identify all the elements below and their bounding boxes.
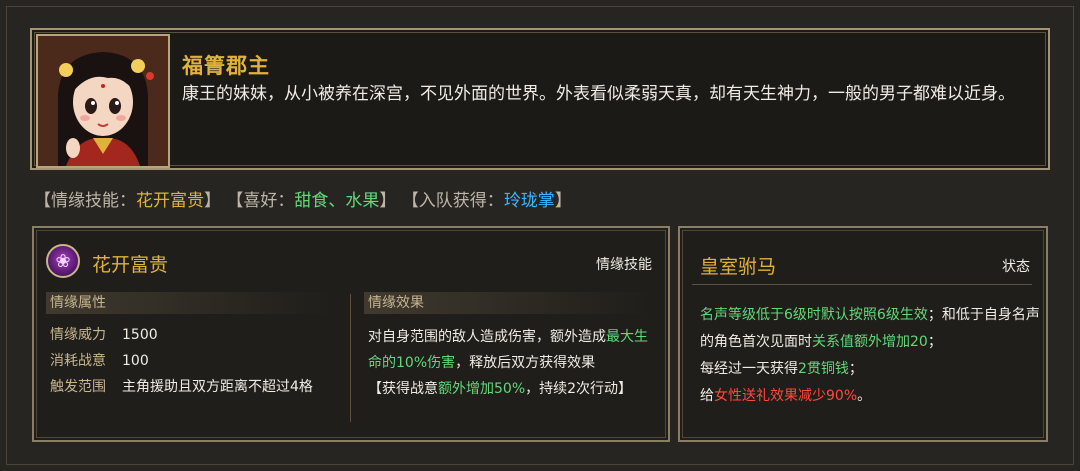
lotus-skill-icon: ❀ [46, 244, 80, 278]
character-description: 康王的妹妹，从小被养在深宫，不见外面的世界。外表看似柔弱天真，却有天生神力，一般… [182, 84, 1015, 104]
effect-part: 对自身范围的敌人造成伤害，额外造成 [368, 329, 606, 345]
status-text: ； [848, 361, 863, 377]
hobby-tag-close: 】 [379, 191, 397, 211]
status-title: 皇室驸马 [700, 256, 777, 278]
character-card: 福箐郡主 康王的妹妹，从小被养在深宫，不见外面的世界。外表看似柔弱天真，却有天生… [30, 28, 1050, 170]
skill-panel: ❀ 花开富贵 情缘技能 情缘属性 情缘威力 1500 消耗战意 100 触发范围 主角… [32, 226, 670, 442]
skill-kind: 情缘技能 [596, 257, 652, 273]
effect-text: 对自身范围的敌人造成伤害，额外造成最大生命的10%伤害，释放后双方获得效果 【获… [368, 324, 658, 402]
info-tags: 【情缘技能：花开富贵】 【喜好：甜食、水果】 【入队获得：玲珑掌】 [34, 186, 572, 211]
attribute-row: 消耗战意 100 [50, 350, 149, 370]
panel-divider [350, 294, 351, 422]
attributes-header: 情缘属性 [46, 292, 336, 314]
status-highlight: 名声等级低于6级时默认按照6级生效 [700, 307, 928, 323]
hobby-tag-label: 【喜好： [226, 191, 295, 211]
princess-portrait [36, 34, 170, 168]
skill-title: 花开富贵 [92, 254, 169, 276]
join-tag-close: 】 [554, 191, 572, 211]
skill-tag-label: 【情缘技能： [34, 191, 136, 211]
attribute-value: 主角援助且双方距离不超过4格 [122, 379, 313, 395]
status-divider [692, 284, 1032, 285]
status-highlight: 2贯铜钱 [798, 361, 849, 377]
join-tag-label: 【入队获得： [401, 191, 504, 211]
attribute-value: 100 [122, 353, 149, 369]
status-description: 名声等级低于6级时默认按照6级生效；和低于自身名声的角色首次见面时关系值额外增加… [700, 302, 1040, 410]
status-kind: 状态 [1002, 259, 1030, 275]
attribute-key: 触发范围 [50, 379, 106, 395]
status-text: 给 [700, 388, 714, 404]
status-text: 每经过一天获得 [700, 361, 798, 377]
attribute-row: 情缘威力 1500 [50, 324, 158, 344]
status-highlight: 关系值额外增加20 [812, 334, 928, 350]
skill-tag-value: 花开富贵 [136, 191, 204, 211]
attribute-row: 触发范围 主角援助且双方距离不超过4格 [50, 376, 313, 396]
hobby-tag-value: 甜食、水果 [294, 191, 380, 211]
status-warning: 女性送礼效果减少90% [714, 388, 858, 404]
join-tag-value: 玲珑掌 [503, 191, 555, 211]
character-name: 福箐郡主 [182, 54, 270, 78]
status-text: ； [927, 334, 942, 350]
status-panel: 皇室驸马 状态 名声等级低于6级时默认按照6级生效；和低于自身名声的角色首次见面… [678, 226, 1048, 442]
status-text: 。 [857, 388, 872, 404]
effect-header: 情缘效果 [364, 292, 654, 314]
effect-part: ，释放后双方获得效果 [455, 355, 596, 371]
attribute-key: 情缘威力 [50, 327, 106, 343]
attribute-key: 消耗战意 [50, 353, 106, 369]
effect-part: ，持续2次行动】 [525, 381, 633, 397]
effect-highlight: 额外增加50% [438, 381, 526, 397]
skill-tag-close: 】 [204, 191, 221, 211]
attribute-value: 1500 [122, 327, 158, 343]
effect-part: 【获得战意 [368, 381, 438, 397]
